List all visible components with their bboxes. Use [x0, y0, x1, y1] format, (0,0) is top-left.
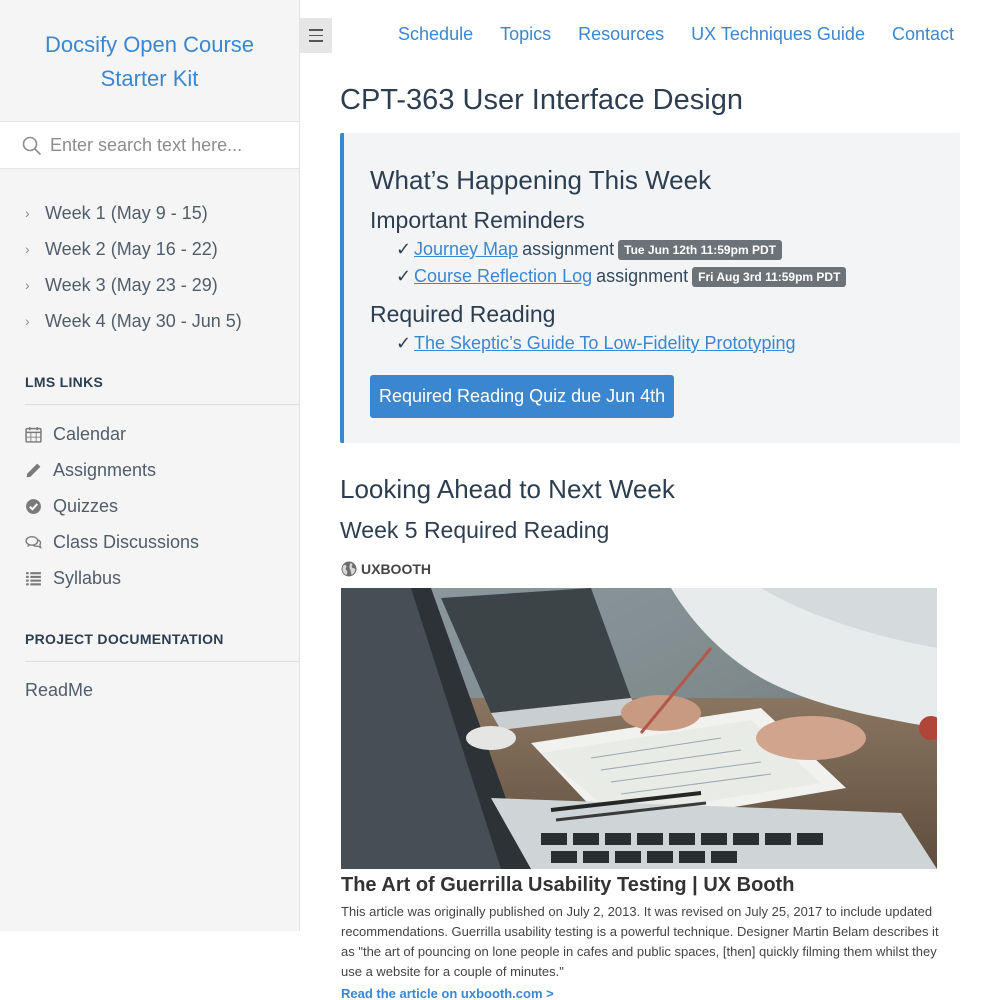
looking-ahead-heading: Looking Ahead to Next Week: [340, 474, 675, 504]
reminder-text: assignment: [596, 266, 689, 286]
lms-links-heading: LMS LINKS: [25, 374, 299, 405]
reminders-heading: Important Reminders: [370, 207, 585, 233]
article-photo-image: [341, 588, 937, 869]
this-week-callout: What’s Happening This Week Important Rem…: [340, 133, 960, 443]
app-name-link[interactable]: Docsify Open Course Starter Kit: [0, 28, 299, 96]
nav-link-resources[interactable]: Resources: [578, 24, 664, 45]
chevron-right-icon: ›: [25, 241, 30, 257]
skeptics-guide-link[interactable]: The Skeptic’s Guide To Low-Fidelity Prot…: [414, 333, 796, 354]
card-description: This article was originally published on…: [341, 904, 939, 979]
sidebar-item-week-2[interactable]: › Week 2 (May 16 - 22): [25, 231, 242, 267]
sidebar-item-calendar[interactable]: Calendar: [25, 416, 199, 452]
sidebar-item-quizzes[interactable]: Quizzes: [25, 488, 199, 524]
article-photo[interactable]: [341, 588, 937, 869]
nav-link-topics[interactable]: Topics: [500, 24, 551, 45]
required-reading-heading: Required Reading: [370, 301, 556, 327]
globe-icon: [341, 561, 357, 577]
reminder-item: ✓ Journey Map assignment Tue Jun 12th 11…: [396, 239, 782, 260]
checkmark-icon: ✓: [396, 239, 412, 259]
chevron-right-icon: ›: [25, 313, 30, 329]
sidebar-item-week-3[interactable]: › Week 3 (May 23 - 29): [25, 267, 242, 303]
page-title: CPT-363 User Interface Design: [340, 84, 743, 116]
pencil-icon: [26, 463, 41, 477]
sidebar-item-week-1[interactable]: › Week 1 (May 9 - 15): [25, 195, 242, 231]
checkmark-icon: ✓: [396, 266, 412, 286]
calendar-icon: [25, 426, 42, 443]
nav-link-ux-techniques-guide[interactable]: UX Techniques Guide: [691, 24, 865, 45]
sidebar-item-assignments[interactable]: Assignments: [25, 452, 199, 488]
reading-item: ✓ The Skeptic’s Guide To Low-Fidelity Pr…: [396, 333, 800, 354]
sidebar-item-class-discussions[interactable]: Class Discussions: [25, 524, 199, 560]
checkmark-icon: ✓: [396, 333, 412, 353]
check-circle-icon: [26, 498, 41, 514]
sidebar-toggle-button[interactable]: [300, 18, 332, 53]
app-name-line2[interactable]: Starter Kit: [0, 62, 299, 96]
due-date-badge: Fri Aug 3rd 11:59pm PDT: [692, 266, 847, 287]
week5-reading-heading: Week 5 Required Reading: [340, 517, 610, 543]
sidebar-item-label: Assignments: [53, 459, 157, 480]
sidebar-item-label: Syllabus: [53, 567, 122, 588]
sidebar: Docsify Open Course Starter Kit › Week 1 …: [0, 0, 300, 931]
top-nav: Schedule Topics Resources UX Techniques …: [398, 24, 954, 45]
search-input[interactable]: [50, 130, 290, 160]
week-list: › Week 1 (May 9 - 15) › Week 2 (May 16 - 2…: [25, 195, 242, 339]
sidebar-item-readme[interactable]: ReadMe: [25, 680, 93, 701]
sidebar-item-label: Week 4 (May 30 - Jun 5): [45, 311, 242, 331]
card-title[interactable]: The Art of Guerrilla Usability Testing |…: [341, 874, 939, 897]
course-reflection-log-link[interactable]: Course Reflection Log: [414, 266, 592, 287]
card-site: UXBOOTH: [341, 558, 939, 580]
hamburger-icon: [309, 29, 323, 31]
due-date-badge: Tue Jun 12th 11:59pm PDT: [618, 239, 782, 260]
chevron-right-icon: ›: [25, 205, 30, 221]
nav-link-schedule[interactable]: Schedule: [398, 24, 473, 45]
project-documentation-heading: PROJECT DOCUMENTATION: [25, 631, 299, 662]
reading-quiz-button[interactable]: Required Reading Quiz due Jun 4th: [370, 375, 675, 418]
sidebar-item-label: Week 2 (May 16 - 22): [45, 239, 218, 259]
this-week-heading: What’s Happening This Week: [370, 165, 712, 195]
sidebar-item-label: Class Discussions: [53, 531, 200, 552]
sidebar-item-label: Calendar: [53, 423, 127, 444]
reminder-text: assignment: [522, 239, 615, 259]
journey-map-link[interactable]: Journey Map: [414, 239, 518, 260]
reminder-item: ✓ Course Reflection Log assignment Fri A…: [396, 266, 847, 287]
nav-link-contact[interactable]: Contact: [892, 24, 954, 45]
sidebar-item-label: Week 3 (May 23 - 29): [45, 275, 218, 295]
search-icon: [22, 136, 41, 155]
card-site-name: UXBOOTH: [361, 561, 431, 577]
read-article-link[interactable]: Read the article on uxbooth.com >: [341, 986, 554, 1000]
chevron-right-icon: ›: [25, 277, 30, 293]
sidebar-item-label: Quizzes: [53, 495, 119, 516]
sidebar-item-syllabus[interactable]: Syllabus: [25, 560, 199, 596]
comments-icon: [25, 535, 42, 549]
lms-links-list: Calendar Assignments Quizzes Class Discu…: [25, 416, 199, 596]
sidebar-item-label: Week 1 (May 9 - 15): [45, 203, 208, 223]
list-icon: [26, 571, 41, 585]
app-name-line1[interactable]: Docsify Open Course: [0, 28, 299, 62]
search-box: [0, 121, 299, 169]
sidebar-item-week-4[interactable]: › Week 4 (May 30 - Jun 5): [25, 303, 242, 339]
article-link-card[interactable]: UXBOOTH The Art of Guerrilla Usability T…: [341, 558, 939, 1000]
